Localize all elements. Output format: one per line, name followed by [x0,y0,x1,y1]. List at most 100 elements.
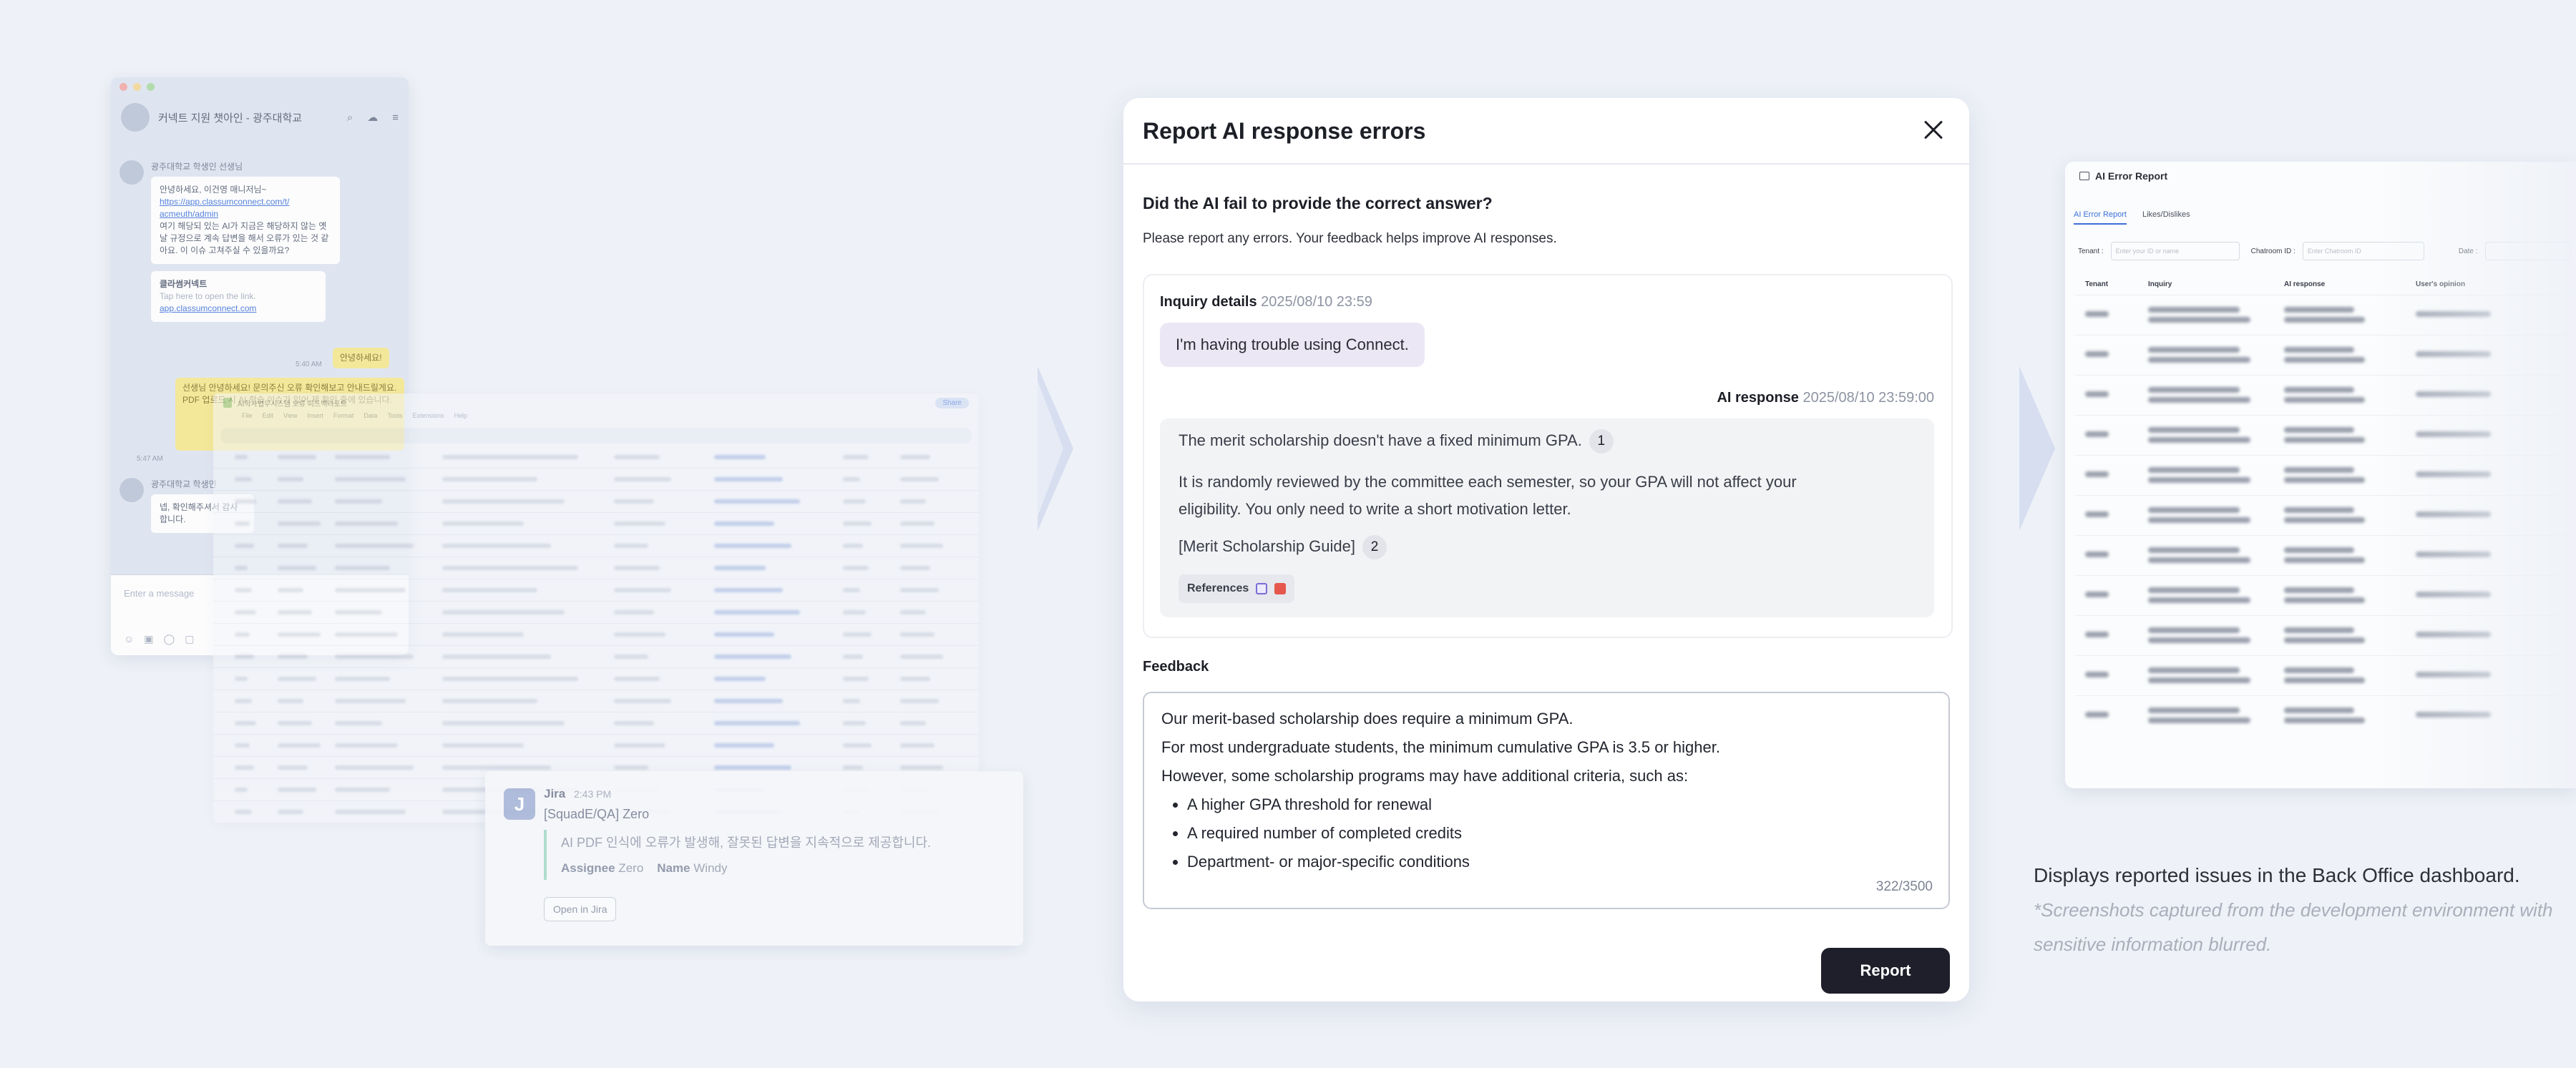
blurred-cell [614,721,654,725]
menu-edit[interactable]: Edit [263,412,274,425]
search-icon[interactable]: ⌕ [347,112,353,124]
menu-file[interactable]: File [242,412,253,425]
blurred-cell [278,699,303,703]
citation-badge[interactable]: 2 [1362,535,1387,560]
blurred-cell [714,655,791,659]
blurred-cell [442,566,578,570]
open-in-jira-button[interactable]: Open in Jira [544,897,617,921]
ai-response-line: [Merit Scholarship Guide] 2 [1179,533,1387,560]
report-icon [2079,172,2089,180]
tenant-filter-input[interactable]: Enter your ID or name [2110,242,2240,260]
feedback-line: Our merit-based scholarship does require… [1161,710,1574,727]
menu-icon[interactable]: ≡ [392,112,399,124]
spreadsheet-row [213,712,979,735]
blurred-cell [235,588,252,592]
menu-format[interactable]: Format [333,412,354,425]
column-header-ai-response[interactable]: AI response [2284,280,2325,288]
table-row[interactable] [2075,455,2576,496]
table-row[interactable] [2075,695,2576,736]
blurred-cell [843,499,866,504]
report-button[interactable]: Report [1821,948,1950,994]
message-input[interactable]: Enter a message [124,588,194,599]
blurred-cell [442,677,578,681]
chatroom-filter-input[interactable]: Enter Chatroom ID [2302,242,2424,260]
jira-ticket-title: [SquadE/QA] Zero [544,807,650,821]
feedback-textarea[interactable]: Our merit-based scholarship does require… [1143,692,1950,909]
table-row[interactable] [2075,535,2576,576]
spreadsheet-row [213,513,979,535]
blurred-cell [900,743,935,748]
blurred-cell [2284,347,2354,353]
message-link[interactable]: https://app.classumconnect.com/t/ [160,196,331,208]
blurred-cell [2284,557,2365,563]
blurred-cell [2416,672,2491,677]
jira-notification-card: J Jira 2:43 PM [SquadE/QA] Zero AI PDF 인… [485,771,1023,946]
blurred-cell [442,588,537,592]
link-preview-card[interactable]: 클라썸커넥트 Tap here to open the link. app.cl… [151,271,326,322]
share-button[interactable]: Share [935,397,969,408]
blurred-cell [614,477,671,481]
cloud-icon[interactable]: ☁ [367,111,378,124]
blurred-cell [235,743,250,748]
citation-badge[interactable]: 1 [1589,429,1614,454]
maximize-window-dot[interactable] [147,82,155,91]
blurred-cell [2148,507,2240,513]
menu-insert[interactable]: Insert [307,412,323,425]
spreadsheet-row [213,668,979,690]
message-link[interactable]: acmeuth/admin [160,208,331,220]
blurred-cell [278,610,312,614]
references-chip[interactable]: References [1179,574,1295,603]
blurred-cell [2148,587,2240,593]
image-icon[interactable]: ▣ [144,633,153,645]
link-preview-url[interactable]: app.classumconnect.com [160,303,317,315]
table-row[interactable] [2075,375,2576,416]
flow-arrow-highlight [1038,381,1063,516]
chat-bubble-icon[interactable]: ◯ [164,633,175,645]
blurred-cell [2148,427,2240,433]
table-row[interactable] [2075,575,2576,616]
blurred-cell [614,743,665,748]
spreadsheet-row [213,624,979,646]
window-titlebar [111,77,409,96]
column-header-user-opinion[interactable]: User's opinion [2416,280,2465,288]
minimize-window-dot[interactable] [133,82,141,91]
table-row[interactable] [2075,655,2576,696]
table-row[interactable] [2075,295,2576,335]
blurred-cell [2085,431,2109,437]
blurred-cell [714,477,783,481]
table-row[interactable] [2075,495,2576,536]
blurred-cell [2284,357,2365,363]
blurred-cell [235,566,248,570]
inquiry-header: Inquiry details 2025/08/10 23:59 [1160,294,1372,310]
table-row[interactable] [2075,335,2576,376]
blurred-cell [714,521,774,526]
file-icon[interactable]: ▢ [185,633,194,645]
blurred-cell [335,544,414,548]
blurred-cell [335,699,406,703]
close-icon[interactable] [1919,115,1948,144]
menu-tools[interactable]: Tools [387,412,402,425]
blurred-cell [335,677,390,681]
tab-ai-error-report[interactable]: AI Error Report [2074,210,2127,225]
menu-view[interactable]: View [283,412,297,425]
emoji-icon[interactable]: ☺ [124,633,134,645]
menu-data[interactable]: Data [364,412,377,425]
blurred-cell [2416,471,2491,477]
menu-help[interactable]: Help [454,412,467,425]
table-row[interactable] [2075,415,2576,456]
blurred-cell [2148,357,2250,363]
close-window-dot[interactable] [119,82,127,91]
tab-likes-dislikes[interactable]: Likes/Dislikes [2142,210,2190,225]
blurred-cell [442,477,537,481]
column-header-inquiry[interactable]: Inquiry [2148,280,2172,288]
column-header-tenant[interactable]: Tenant [2085,280,2108,288]
blurred-cell [278,499,312,504]
table-row[interactable] [2075,615,2576,656]
flow-arrow-icon [2019,366,2055,531]
name-value: Windy [693,861,728,875]
menu-extensions[interactable]: Extensions [412,412,444,425]
ai-response-text: It is randomly reviewed by the committee… [1179,473,1797,491]
blurred-cell [235,544,254,548]
date-filter-input[interactable] [2484,242,2571,260]
spreadsheet-row [213,602,979,624]
